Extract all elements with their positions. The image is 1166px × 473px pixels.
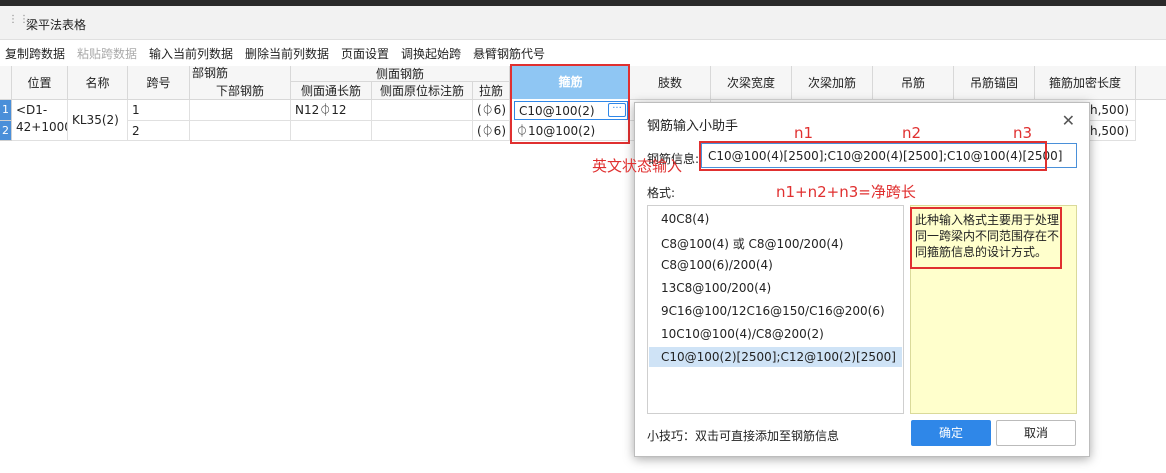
format-list-item[interactable]: 10C10@100(4)/C8@200(2)	[649, 324, 902, 344]
dense-length-cell[interactable]: h,500)	[1090, 121, 1136, 141]
header-hanger[interactable]: 吊筋	[873, 66, 954, 100]
format-list-item[interactable]: 13C8@100/200(4)	[649, 278, 902, 298]
drag-grip-icon[interactable]: ⋮⋮	[8, 15, 29, 31]
copy-span-data-button[interactable]: 复制跨数据	[5, 45, 65, 62]
header-span-no[interactable]: 跨号	[128, 66, 190, 100]
side-in-situ-cell[interactable]	[372, 100, 473, 121]
format-list-item[interactable]: C8@100(4) 或 C8@100/200(4)	[649, 232, 902, 252]
header-secondary-width[interactable]: 次梁宽度	[711, 66, 792, 100]
dialog-title: 钢筋输入小助手	[647, 119, 739, 134]
header-hanger-anchor[interactable]: 吊筋锚固	[954, 66, 1035, 100]
corner-header	[0, 66, 12, 100]
format-list-item[interactable]: 40C8(4)	[649, 209, 902, 229]
format-list-item-selected[interactable]: C10@100(2)[2500];C12@100(2)[2500]	[649, 347, 902, 367]
input-current-column-button[interactable]: 输入当前列数据	[149, 45, 233, 62]
annotation-n2: n2	[902, 124, 922, 142]
header-secondary-extra[interactable]: 次梁加筋	[792, 66, 873, 100]
header-limbs[interactable]: 肢数	[630, 66, 711, 100]
panel-titlebar: ⋮⋮ 梁平法表格	[0, 6, 1166, 40]
stirrup-highlight-box	[510, 64, 630, 144]
header-location[interactable]: 位置	[12, 66, 68, 100]
annotation-english-mode: 英文状态输入	[592, 157, 683, 175]
name-cell[interactable]: KL35(2)	[68, 100, 128, 141]
format-list-item[interactable]: C8@100(6)/200(4)	[649, 255, 902, 275]
side-through-cell[interactable]	[291, 121, 372, 141]
bottom-rebar-cell[interactable]	[190, 121, 291, 141]
rebar-input-helper-dialog: 钢筋输入小助手 ✕ 钢筋信息: C10@100(4)[2500];C10@200…	[634, 102, 1090, 457]
bottom-rebar-cell[interactable]	[190, 100, 291, 121]
span-no-cell[interactable]: 2	[128, 121, 190, 141]
header-bottom-group: 部钢筋	[190, 66, 291, 82]
header-bottom-rebar[interactable]: 下部钢筋	[190, 82, 291, 100]
side-through-cell[interactable]: N12⏀12	[291, 100, 372, 121]
toolbar: 复制跨数据 粘贴跨数据 输入当前列数据 删除当前列数据 页面设置 调换起始跨 悬…	[0, 40, 1166, 64]
close-icon[interactable]: ✕	[1062, 111, 1075, 130]
tie-cell[interactable]: (⏀6)	[473, 100, 510, 121]
delete-current-column-button[interactable]: 删除当前列数据	[245, 45, 329, 62]
side-in-situ-cell[interactable]	[372, 121, 473, 141]
header-stirrup-dense-length[interactable]: 箍筋加密长度	[1035, 66, 1136, 100]
location-cell[interactable]: <D1-42+1000,D...	[12, 100, 68, 141]
cancel-button[interactable]: 取消	[996, 420, 1076, 446]
annotation-n3: n3	[1013, 124, 1033, 142]
swap-start-span-button[interactable]: 调换起始跨	[401, 45, 461, 62]
row-number[interactable]: 1	[0, 100, 12, 121]
header-side-through[interactable]: 侧面通长筋	[291, 82, 372, 100]
header-side-in-situ[interactable]: 侧面原位标注筋	[372, 82, 473, 100]
header-name[interactable]: 名称	[68, 66, 128, 100]
description-highlight-box	[910, 207, 1062, 269]
page-settings-button[interactable]: 页面设置	[341, 45, 389, 62]
tip-text: 小技巧：双击可直接添加至钢筋信息	[647, 429, 840, 443]
header-side-group: 侧面钢筋	[291, 66, 510, 82]
header-overflow	[1136, 66, 1166, 100]
span-no-cell[interactable]: 1	[128, 100, 190, 121]
ok-button[interactable]: 确定	[911, 420, 991, 446]
annotation-n1: n1	[794, 124, 814, 142]
panel-title: 梁平法表格	[26, 18, 87, 32]
annotation-formula: n1+n2+n3=净跨长	[776, 183, 916, 201]
dense-length-cell[interactable]: h,500)	[1090, 100, 1136, 121]
format-list[interactable]: 40C8(4) C8@100(4) 或 C8@100/200(4) C8@100…	[647, 205, 904, 414]
rebar-info-highlight-box	[699, 141, 1047, 171]
tie-cell[interactable]: (⏀6)	[473, 121, 510, 141]
row-number[interactable]: 2	[0, 121, 12, 141]
paste-span-data-button[interactable]: 粘贴跨数据	[77, 45, 137, 62]
header-tie[interactable]: 拉筋	[473, 82, 510, 100]
format-label: 格式:	[647, 186, 676, 200]
cantilever-rebar-code-button[interactable]: 悬臂钢筋代号	[473, 45, 545, 62]
format-list-item[interactable]: 9C16@100/12C16@150/C16@200(6)	[649, 301, 902, 321]
